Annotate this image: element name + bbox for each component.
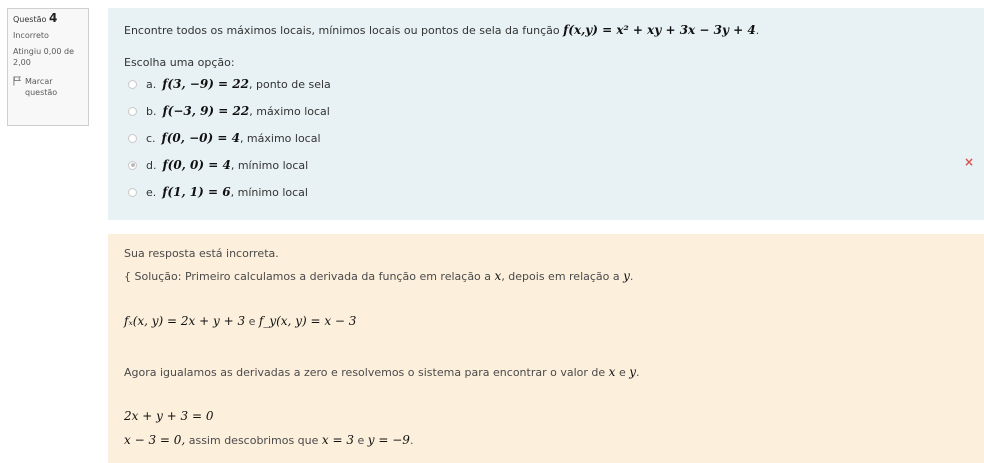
question-grade: Atingiu 0,00 de 2,00: [13, 47, 75, 67]
feedback-panel: Sua resposta está incorreta. { Solução: …: [108, 234, 984, 463]
option-b[interactable]: b. f(−3, 9) = 22, máximo local: [128, 104, 330, 118]
math-x: x: [608, 365, 616, 379]
option-letter: a.: [146, 77, 157, 91]
option-c[interactable]: c. f(0, −0) = 4, máximo local: [128, 131, 321, 145]
answer-prompt: Escolha uma opção:: [124, 56, 235, 69]
option-math: f(0, −0) = 4: [161, 131, 240, 145]
conjunction-e: e: [357, 434, 365, 447]
option-d[interactable]: d. f(0, 0) = 4, mínimo local: [128, 158, 308, 172]
option-letter: c.: [146, 131, 156, 145]
radio-a[interactable]: [128, 79, 137, 89]
equation-2-math: x − 3 = 0,: [124, 433, 186, 447]
result-y: y = −9: [367, 433, 410, 447]
flag-icon: [13, 76, 22, 86]
equation-2-text: assim descobrimos que: [188, 434, 319, 447]
option-e[interactable]: e. f(1, 1) = 6, mínimo local: [128, 185, 308, 199]
question-number: Questão 4: [13, 11, 83, 25]
equation-2-end: .: [409, 434, 414, 447]
option-math: f(3, −9) = 22: [162, 77, 249, 91]
flag-label: Marcar questão: [25, 77, 58, 97]
result-x: x = 3: [321, 433, 354, 447]
solve-system-line: Agora igualamos as derivadas a zero e re…: [124, 365, 640, 379]
question-text-end: .: [755, 24, 760, 37]
solution-intro-mid: , depois em relação a: [501, 270, 620, 283]
option-desc: , máximo local: [249, 104, 330, 118]
derivative-fy: f_y(x, y) = x − 3: [258, 314, 357, 328]
equation-1: 2x + y + 3 = 0: [124, 409, 214, 423]
radio-c[interactable]: [128, 133, 137, 143]
solve-system-end: .: [636, 366, 640, 379]
question-status: Incorreto: [13, 31, 49, 40]
option-math: f(0, 0) = 4: [162, 158, 231, 172]
question-label: Questão: [13, 15, 47, 24]
option-desc: , mínimo local: [230, 158, 309, 172]
option-a[interactable]: a. f(3, −9) = 22, ponto de sela: [128, 77, 331, 91]
solve-system-text: Agora igualamos as derivadas a zero e re…: [124, 366, 606, 379]
question-text-body: Encontre todos os máximos locais, mínimo…: [124, 24, 560, 37]
conjunction-e: e: [248, 315, 256, 328]
option-math: f(1, 1) = 6: [162, 185, 231, 199]
flag-question-link[interactable]: Marcar questão: [13, 76, 83, 98]
derivatives-line: fₓ(x, y) = 2x + y + 3 e f_y(x, y) = x − …: [124, 314, 356, 328]
option-letter: b.: [146, 104, 157, 118]
question-formulation: Encontre todos os máximos locais, mínimo…: [108, 8, 984, 220]
math-y: y: [629, 365, 637, 379]
radio-e[interactable]: [128, 187, 137, 197]
question-number-value: 4: [48, 11, 58, 25]
math-y: y: [623, 269, 630, 283]
option-letter: d.: [146, 158, 157, 172]
incorrect-icon: ×: [963, 155, 974, 169]
question-info-panel: Questão 4 Incorreto Atingiu 0,00 de 2,00…: [7, 8, 89, 126]
solution-intro-end: .: [629, 270, 634, 283]
conjunction-e: e: [618, 366, 626, 379]
derivative-fx: fₓ(x, y) = 2x + y + 3: [124, 314, 246, 328]
feedback-result: Sua resposta está incorreta.: [124, 247, 279, 260]
option-math: f(−3, 9) = 22: [162, 104, 250, 118]
question-text: Encontre todos os máximos locais, mínimo…: [124, 23, 759, 37]
solution-intro: { Solução: Primeiro calculamos a derivad…: [124, 269, 633, 283]
option-desc: , mínimo local: [230, 185, 308, 199]
radio-d[interactable]: [128, 160, 137, 170]
equation-2: x − 3 = 0, assim descobrimos que x = 3 e…: [124, 433, 413, 447]
option-desc: , ponto de sela: [249, 77, 331, 91]
option-desc: , máximo local: [239, 131, 321, 145]
equation-1-math: 2x + y + 3 = 0: [124, 409, 214, 423]
solution-intro-text: { Solução: Primeiro calculamos a derivad…: [124, 270, 492, 283]
radio-b[interactable]: [128, 106, 137, 116]
function-expression: f(x,y) = x² + xy + 3x − 3y + 4: [563, 23, 756, 37]
option-letter: e.: [146, 185, 157, 199]
